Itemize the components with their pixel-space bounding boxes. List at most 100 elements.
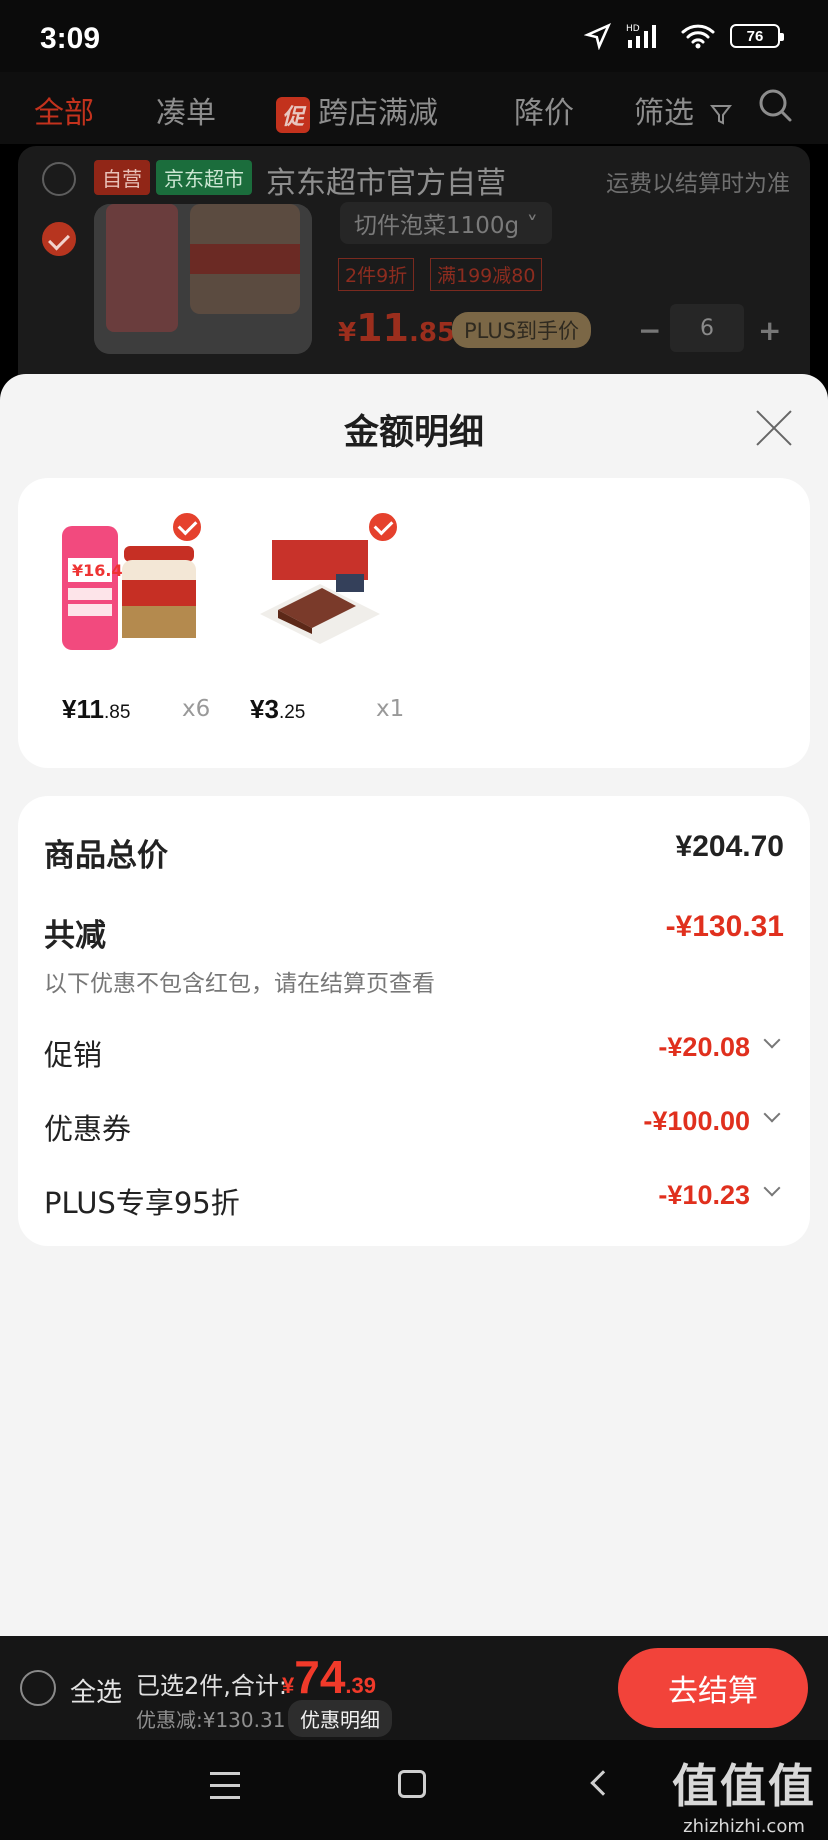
item-price-int: 3: [264, 694, 279, 724]
discount-label: PLUS专享95折: [44, 1186, 240, 1220]
item-price: ¥3.25: [250, 694, 305, 725]
item-price-currency: ¥: [62, 694, 77, 724]
tab-filter-label: 筛选: [634, 96, 694, 131]
select-all-radio[interactable]: [20, 1670, 56, 1706]
chevron-down-icon[interactable]: [763, 1031, 781, 1049]
store-name[interactable]: 京东超市官方自营: [266, 158, 506, 202]
item-quantity: x6: [182, 696, 211, 722]
plus-price-chip: PLUS到手价: [452, 312, 592, 348]
checkout-bar: 全选 已选2件,合计: ¥74.39 优惠减:¥130.31 优惠明细 去结算: [0, 1636, 828, 1740]
price-dec: .85: [408, 318, 456, 348]
checkout-button[interactable]: 去结算: [618, 1648, 808, 1728]
list-item[interactable]: ¥16.4 ¥11.85 x6: [58, 510, 228, 724]
tab-price-drop[interactable]: 降价: [514, 88, 574, 132]
product-spec-selector[interactable]: 切件泡菜1100g ˅: [340, 202, 552, 244]
total-int: 74: [294, 1651, 346, 1703]
quantity-minus-button[interactable]: −: [638, 314, 661, 347]
status-bar: 3:09 HD 76: [0, 0, 828, 72]
item-checked-icon: [366, 510, 400, 544]
shipping-note: 运费以结算时为准: [606, 171, 790, 197]
location-arrow-icon: [584, 22, 612, 50]
promo-badge: 2件9折: [338, 258, 415, 291]
battery-icon: 76: [730, 24, 784, 48]
tab-cross-store-label: 跨店满减: [318, 96, 439, 131]
battery-level: 76: [746, 27, 764, 45]
chevron-down-icon[interactable]: [763, 1105, 781, 1123]
total-reduce-value: -¥130.31: [665, 910, 784, 943]
product-price: ¥11.85: [338, 306, 455, 350]
select-all-label[interactable]: 全选: [70, 1672, 122, 1709]
watermark-site: zhizhizhi.com: [683, 1816, 805, 1837]
item-price-dec: .25: [278, 702, 306, 723]
item-checked-icon: [170, 510, 204, 544]
item-image: [250, 518, 390, 658]
item-price-currency: ¥: [250, 694, 265, 724]
discount-value: -¥100.00: [643, 1106, 750, 1136]
discount-summary: 优惠减:¥130.31: [136, 1708, 286, 1732]
filter-tabs: 全部 凑单 促跨店满减 降价 筛选: [0, 72, 828, 144]
amount-detail-sheet: 金额明细 ¥16.4 ¥11.85 x6 ¥3.25 x1 商品总价 ¥204.…: [0, 374, 828, 1636]
product-spec: 切件泡菜1100g: [354, 213, 520, 239]
jd-supermarket-tag: 京东超市: [156, 160, 252, 195]
product-select-radio[interactable]: [42, 222, 76, 256]
total-reduce-label: 共减: [44, 918, 106, 954]
quantity-plus-button[interactable]: +: [758, 314, 781, 347]
status-time: 3:09: [40, 22, 101, 55]
signal-icon: HD: [626, 24, 656, 48]
store-section: 自营 京东超市 京东超市官方自营 运费以结算时为准 切件泡菜1100g ˅ 2件…: [18, 146, 810, 376]
tab-bundle[interactable]: 凑单: [156, 88, 216, 132]
selected-info: 已选2件,合计:: [136, 1672, 287, 1700]
discount-label: 促销: [44, 1038, 103, 1072]
price-currency: ¥: [338, 318, 357, 348]
total-dec: .39: [345, 1673, 377, 1698]
discount-line-promo[interactable]: 促销 -¥20.08: [44, 1031, 784, 1074]
promo-icon: 促: [276, 96, 311, 133]
reduce-note-row: 以下优惠不包含红包，请在结算页查看: [44, 964, 784, 998]
reduce-note: 以下优惠不包含红包，请在结算页查看: [44, 971, 435, 997]
close-icon[interactable]: [754, 408, 794, 448]
price-int: 11: [356, 306, 409, 350]
total-currency: ¥: [282, 1673, 295, 1698]
discount-line-plus[interactable]: PLUS专享95折 -¥10.23: [44, 1179, 784, 1222]
item-price-int: 11: [76, 694, 104, 724]
watermark-logo: 值值值 zhizhizhi.com: [672, 1750, 816, 1837]
tab-all[interactable]: 全部: [34, 88, 94, 132]
tab-cross-store[interactable]: 促跨店满减: [276, 88, 438, 133]
chevron-down-icon[interactable]: [763, 1179, 781, 1197]
list-item[interactable]: ¥3.25 x1: [250, 510, 420, 724]
total-price-label: 商品总价: [44, 838, 168, 874]
self-operated-tag: 自营: [94, 160, 150, 195]
discount-value: -¥10.23: [658, 1180, 750, 1210]
total-price-row: 商品总价 ¥204.70: [44, 830, 784, 875]
total-reduce-row: 共减 -¥130.31: [44, 910, 784, 955]
item-price: ¥11.85: [62, 694, 130, 725]
tab-filter[interactable]: 筛选: [634, 88, 732, 132]
menu-icon[interactable]: [210, 1772, 240, 1800]
store-select-radio[interactable]: [42, 162, 76, 196]
system-nav-bar: 值值值 zhizhizhi.com: [0, 1740, 828, 1840]
kimchi-product-image: [94, 204, 312, 354]
item-quantity: x1: [376, 696, 405, 722]
total-price-value: ¥204.70: [675, 830, 784, 863]
discount-value: -¥20.08: [658, 1032, 750, 1062]
promo-badge: 满199减80: [430, 258, 543, 291]
product-thumbnail[interactable]: [94, 204, 312, 354]
filter-funnel-icon: [709, 104, 732, 125]
discount-label: 优惠券: [44, 1112, 132, 1146]
discount-line-coupon[interactable]: 优惠券 -¥100.00: [44, 1105, 784, 1148]
back-icon[interactable]: [590, 1770, 616, 1796]
svg-text:HD: HD: [626, 24, 640, 34]
discount-detail-button[interactable]: 优惠明细: [288, 1700, 392, 1737]
search-icon[interactable]: [756, 86, 796, 126]
total-amount: ¥74.39: [282, 1650, 376, 1704]
item-price-dec: .85: [103, 702, 131, 723]
quantity-value[interactable]: 6: [670, 304, 744, 352]
selected-items-card: ¥16.4 ¥11.85 x6 ¥3.25 x1: [18, 478, 810, 768]
home-icon[interactable]: [398, 1770, 426, 1798]
svg-text:¥16.4: ¥16.4: [72, 561, 123, 580]
watermark-text: 值值值: [672, 1759, 816, 1813]
price-summary-card: 商品总价 ¥204.70 共减 -¥130.31 以下优惠不包含红包，请在结算页…: [18, 796, 810, 1246]
braised-meat-image: [250, 518, 390, 658]
status-icons: HD 76: [584, 22, 784, 50]
wifi-icon: [681, 24, 715, 49]
